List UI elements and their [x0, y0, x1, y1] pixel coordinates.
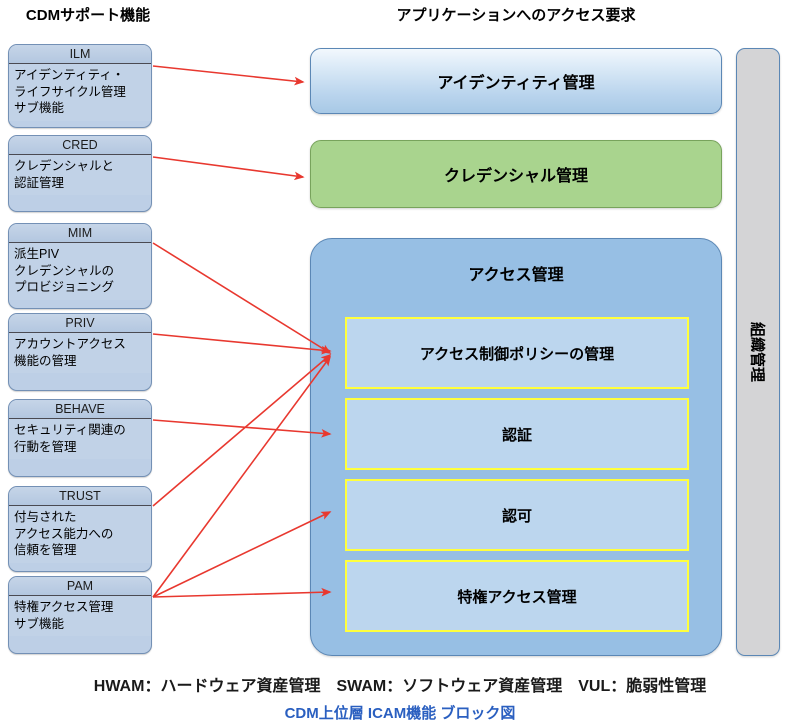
access-subbox-authentication[interactable]: 認証 — [345, 398, 689, 470]
support-card-mim-line-1: 派生PIV — [14, 247, 60, 261]
support-card-behave-code: BEHAVE — [9, 400, 151, 419]
arrow-trust-to-policy — [152, 353, 332, 507]
support-card-mim-line-3: プロビジョニング — [14, 280, 115, 294]
access-subbox-authentication-label: 認証 — [501, 426, 532, 444]
left-column-header: CDMサポート機能 — [25, 7, 151, 24]
access-subbox-policy[interactable]: アクセス制御ポリシーの管理 — [345, 317, 689, 389]
arrow-cred-to-credential — [152, 156, 305, 181]
access-subbox-policy-label: アクセス制御ポリシーの管理 — [419, 345, 615, 363]
support-card-mim-code: MIM — [9, 224, 151, 243]
support-card-ilm-line-1: アイデンティティ・ — [14, 68, 125, 82]
access-management-box[interactable]: アクセス管理 アクセス制御ポリシーの管理 認証 認可 特権アクセス管理 — [310, 238, 722, 656]
arrow-pam-to-privileged — [152, 587, 332, 598]
support-card-behave[interactable]: BEHAVE セキュリティ関連の 行動を管理 — [8, 399, 152, 477]
credential-management-box[interactable]: クレデンシャル管理 — [310, 140, 722, 208]
support-card-cred-line-1: クレデンシャルと — [14, 159, 115, 173]
support-card-behave-line-1: セキュリティ関連の — [14, 423, 126, 437]
organization-management-box[interactable]: 組織管理 — [736, 48, 780, 656]
arrow-pam-to-authz — [152, 511, 332, 598]
support-card-behave-body: セキュリティ関連の 行動を管理 — [9, 419, 151, 459]
legend-text: HWAM：ハードウェア資産管理 SWAM：ソフトウェア資産管理 VUL：脆弱性管… — [93, 678, 707, 695]
support-card-ilm[interactable]: ILM アイデンティティ・ ライフサイクル管理 サブ機能 — [8, 44, 152, 128]
access-subbox-privileged-access-label: 特権アクセス管理 — [457, 588, 577, 606]
support-card-trust-line-1: 付与された — [14, 510, 77, 524]
access-subbox-authorization[interactable]: 認可 — [345, 479, 689, 551]
support-card-trust-line-2: アクセス能力への — [14, 526, 114, 541]
access-subbox-authorization-label: 認可 — [501, 507, 532, 525]
access-subbox-privileged-access[interactable]: 特権アクセス管理 — [345, 560, 689, 632]
arrow-pam-to-policy — [152, 355, 331, 598]
support-card-pam-line-2: サブ機能 — [14, 616, 65, 631]
support-card-behave-line-2: 行動を管理 — [14, 439, 77, 454]
support-card-cred[interactable]: CRED クレデンシャルと 認証管理 — [8, 135, 152, 212]
diagram-caption: CDM上位層 ICAM機能 ブロック図 — [284, 705, 516, 722]
right-column-header: アプリケーションへのアクセス要求 — [396, 7, 636, 24]
support-card-pam-body: 特権アクセス管理 サブ機能 — [9, 596, 151, 636]
identity-management-label: アイデンティティ管理 — [437, 75, 595, 92]
support-card-trust-body: 付与された アクセス能力への 信頼を管理 — [9, 506, 151, 563]
support-card-priv-line-2: 機能の管理 — [14, 353, 77, 368]
support-card-ilm-body: アイデンティティ・ ライフサイクル管理 サブ機能 — [9, 64, 151, 121]
support-card-trust[interactable]: TRUST 付与された アクセス能力への 信頼を管理 — [8, 486, 152, 572]
support-card-cred-line-2: 認証管理 — [14, 175, 65, 190]
identity-management-box[interactable]: アイデンティティ管理 — [310, 48, 722, 114]
support-card-ilm-line-3: サブ機能 — [14, 101, 65, 115]
arrow-behave-to-authn — [152, 419, 332, 438]
support-card-trust-code: TRUST — [9, 487, 151, 506]
support-card-priv-code: PRIV — [9, 314, 151, 333]
support-card-ilm-code: ILM — [9, 45, 151, 64]
support-card-mim-line-2: クレデンシャルの — [14, 263, 115, 278]
arrow-mim-to-policy — [152, 242, 332, 354]
support-card-priv[interactable]: PRIV アカウントアクセス 機能の管理 — [8, 313, 152, 391]
arrow-priv-to-policy — [152, 333, 332, 355]
support-card-cred-body: クレデンシャルと 認証管理 — [9, 155, 151, 195]
support-card-trust-line-3: 信頼を管理 — [14, 543, 77, 557]
organization-management-label: 組織管理 — [748, 321, 766, 382]
support-card-ilm-line-2: ライフサイクル管理 — [14, 84, 126, 99]
access-management-label: アクセス管理 — [468, 267, 564, 284]
support-card-priv-line-1: アカウントアクセス — [14, 337, 126, 351]
support-card-mim[interactable]: MIM 派生PIV クレデンシャルの プロビジョニング — [8, 223, 152, 309]
support-card-cred-code: CRED — [9, 136, 151, 155]
credential-management-label: クレデンシャル管理 — [443, 168, 588, 185]
arrow-ilm-to-identity — [152, 65, 305, 86]
support-card-pam[interactable]: PAM 特権アクセス管理 サブ機能 — [8, 576, 152, 654]
support-card-pam-line-1: 特権アクセス管理 — [14, 600, 114, 614]
support-card-priv-body: アカウントアクセス 機能の管理 — [9, 333, 151, 373]
support-card-pam-code: PAM — [9, 577, 151, 596]
diagram-canvas: CDMサポート機能 アプリケーションへのアクセス要求 ILM アイデンティティ・… — [0, 0, 800, 725]
support-card-mim-body: 派生PIV クレデンシャルの プロビジョニング — [9, 243, 151, 300]
